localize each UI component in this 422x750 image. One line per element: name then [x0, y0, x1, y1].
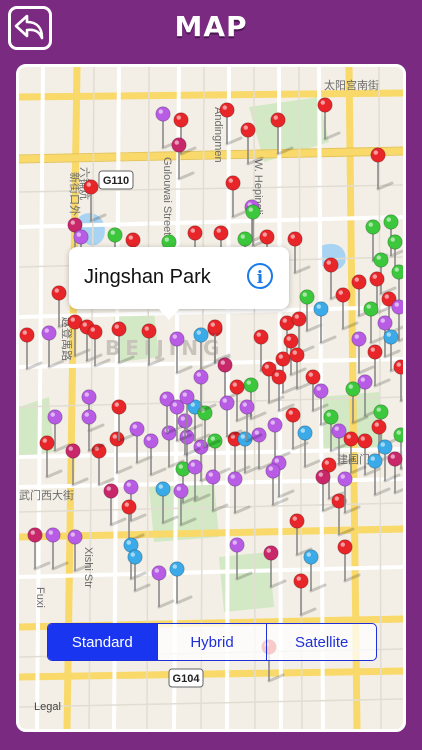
road-shield-g104: G104 — [173, 673, 201, 685]
callout-tail — [159, 309, 179, 320]
map-type-satellite[interactable]: Satellite — [266, 624, 376, 660]
place-callout[interactable]: Jingshan Park i — [69, 247, 289, 309]
callout-place-name: Jingshan Park — [84, 266, 211, 288]
info-icon[interactable]: i — [247, 263, 273, 289]
street-label-fuchengmen: 武门西大街 — [19, 488, 74, 502]
legal-link[interactable]: Legal — [34, 701, 61, 713]
map-type-standard[interactable]: Standard — [48, 624, 157, 660]
page-title: MAP — [174, 10, 248, 43]
map-view[interactable]: G110 G104 六铺炕 新街口外 Gulouwai Street Andin… — [16, 64, 406, 732]
street-label-fuxing: Fuxi — [34, 587, 46, 608]
header-bar: MAP — [0, 0, 422, 58]
street-label-gulouwai: Gulouwai Street — [161, 157, 173, 235]
street-label-xinjiekou: 新街口外 — [68, 172, 82, 216]
road-shield-g110: G110 — [103, 175, 129, 187]
map-type-control[interactable]: Standard Hybrid Satellite — [47, 623, 377, 661]
street-label-taiyanggong: 太阳宫南街 — [324, 78, 379, 92]
map-type-hybrid[interactable]: Hybrid — [156, 624, 267, 660]
